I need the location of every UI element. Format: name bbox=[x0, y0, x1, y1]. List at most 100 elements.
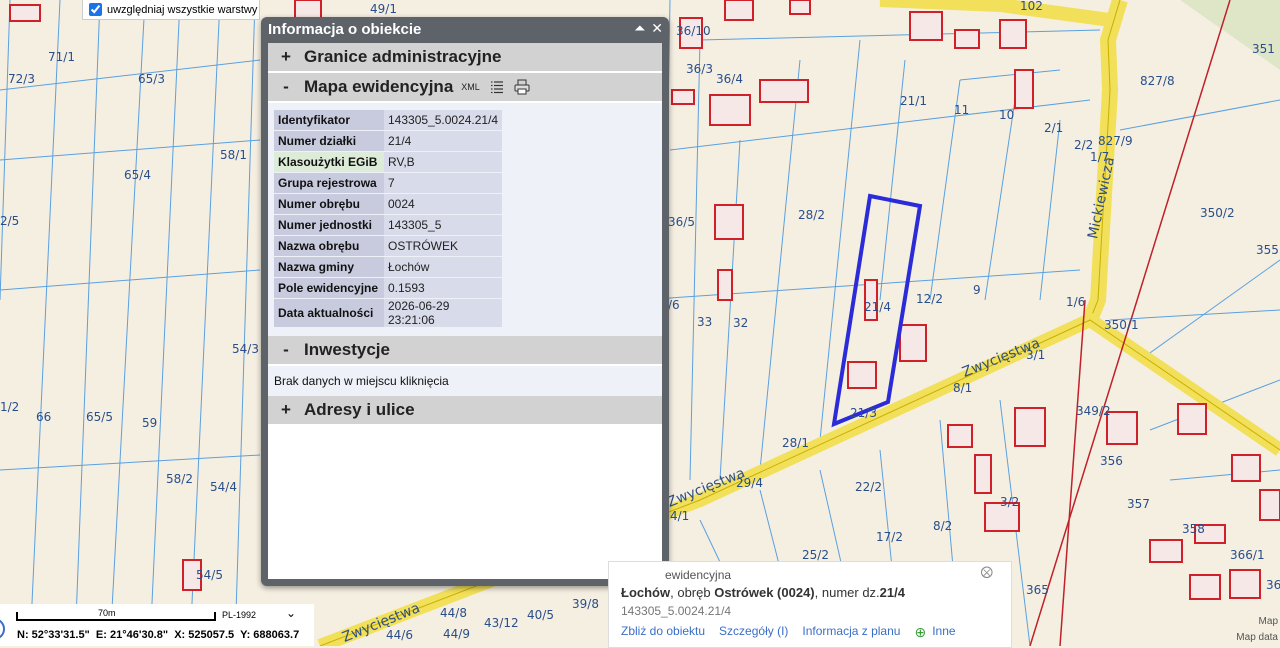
section-toggle[interactable]: - bbox=[268, 77, 304, 97]
parcel-number-label: 1/6 bbox=[1066, 295, 1086, 309]
parcel-number-label: 350/2 bbox=[1200, 206, 1235, 220]
layers-checkbox[interactable] bbox=[89, 3, 102, 16]
parcel-number-label: 33 bbox=[697, 315, 713, 329]
popup-description: Łochów, obręb Ostrówek (0024), numer dz.… bbox=[621, 585, 905, 600]
building bbox=[1231, 454, 1261, 482]
parcel-number-label: 827/8 bbox=[1140, 74, 1175, 88]
section-inwestycje[interactable]: - Inwestycje bbox=[268, 336, 662, 366]
details-link[interactable]: Szczegóły (I) bbox=[719, 624, 788, 641]
parcel-number-label: 2/5 bbox=[0, 214, 20, 228]
parcel-number-label: 54/4 bbox=[210, 480, 237, 494]
print-icon[interactable] bbox=[514, 79, 530, 95]
parcel-number-label: 65/3 bbox=[138, 72, 165, 86]
attribute-value: 0024 bbox=[384, 194, 503, 214]
parcel-number-label: 2/1 bbox=[1044, 121, 1064, 135]
building bbox=[1229, 569, 1261, 599]
other-link[interactable]: Inne bbox=[932, 624, 955, 641]
attribute-table: Identyfikator 143305_5.0024.21/4 Numer dzi… bbox=[274, 109, 503, 328]
panel-title: Informacja o obiekcie bbox=[268, 21, 422, 38]
zoom-to-object-link[interactable]: Zbliż do obiektu bbox=[621, 624, 705, 641]
parcel-number-label: 17/2 bbox=[876, 530, 903, 544]
section-label: Mapa ewidencyjna bbox=[304, 77, 454, 96]
section-label: Adresy i ulice bbox=[304, 400, 415, 419]
parcel-number-label: 12/2 bbox=[916, 292, 943, 306]
section-toggle[interactable]: - bbox=[268, 340, 304, 360]
parcel-number-label: 10 bbox=[999, 108, 1015, 122]
parcel-number-label: 39/8 bbox=[572, 597, 599, 611]
parcel-number-label: 66 bbox=[36, 410, 52, 424]
attribute-key: Identyfikator bbox=[274, 110, 384, 130]
close-icon[interactable]: ✕ bbox=[651, 20, 663, 37]
parcel-number-label: 40/5 bbox=[527, 608, 554, 622]
parcel-number-label: 28/1 bbox=[782, 436, 809, 450]
popup-title: ewidencyjna bbox=[665, 568, 732, 582]
parcel-number-label: 357 bbox=[1127, 497, 1150, 511]
parcel-number-label: 59 bbox=[142, 416, 158, 430]
parcel-number-label: 358 bbox=[1182, 522, 1205, 536]
parcel-number-label: 44/6 bbox=[386, 628, 413, 642]
building bbox=[909, 11, 943, 41]
parcel-number-label: 71/1 bbox=[48, 50, 75, 64]
section-toggle[interactable]: + bbox=[268, 400, 304, 420]
parcel-popup: ewidencyjna ⮾ Łochów, obręb Ostrówek (00… bbox=[608, 561, 1012, 648]
building bbox=[9, 4, 41, 22]
attribute-row: Numer działki 21/4 bbox=[274, 131, 503, 151]
attribute-value: RV,B bbox=[384, 152, 503, 172]
building bbox=[947, 424, 973, 448]
building bbox=[1189, 574, 1221, 600]
parcel-number-label: 11 bbox=[954, 103, 970, 117]
coord-x: X: 525057.5 bbox=[174, 629, 235, 641]
collapse-icon[interactable]: ⏶ bbox=[634, 20, 645, 37]
parcel-number-label: 356 bbox=[1100, 454, 1123, 468]
scale-coordinates-bar: 70m PL-1992 ⌄ N: 52°33'31.5" E: 21°46'30… bbox=[0, 604, 314, 646]
section-mapa-ewidencyjna[interactable]: - Mapa ewidencyjna XML bbox=[268, 73, 662, 103]
road-number-label: 102 bbox=[1020, 0, 1043, 13]
attribute-row: Identyfikator 143305_5.0024.21/4 bbox=[274, 110, 503, 130]
attribute-row: Data aktualności 2026-06-29 23:21:06 bbox=[274, 299, 503, 327]
attribute-key: Klasoużytki EGiB bbox=[274, 152, 384, 172]
section-toggle[interactable]: + bbox=[268, 47, 304, 67]
parcel-number-label: 3/2 bbox=[1000, 495, 1020, 509]
section-label: Granice administracyjne bbox=[304, 47, 502, 66]
attribution-map: Map bbox=[1258, 616, 1278, 627]
xml-icon[interactable]: XML bbox=[461, 82, 480, 92]
popup-links: Zbliż do obiektu Szczegóły (I) Informacj… bbox=[621, 624, 956, 641]
plan-info-link[interactable]: Informacja z planu bbox=[802, 624, 900, 641]
attribute-value: 143305_5 bbox=[384, 215, 503, 235]
parcel-number-label: 58/2 bbox=[166, 472, 193, 486]
attribute-row: Nazwa gminy Łochów bbox=[274, 257, 503, 277]
close-popup-icon[interactable]: ⮾ bbox=[980, 565, 993, 583]
scale-distance: 70m bbox=[98, 608, 116, 618]
panel-body: + Granice administracyjne - Mapa ewidenc… bbox=[268, 43, 662, 579]
parcel-number-label: 355 bbox=[1256, 243, 1279, 257]
crs-select[interactable]: PL-1992 bbox=[222, 610, 256, 620]
parcel-number-label: 21/4 bbox=[864, 300, 891, 314]
coord-e: E: 21°46'30.8" bbox=[95, 629, 169, 641]
parcel-number-label: 36/3 bbox=[686, 62, 713, 76]
building bbox=[847, 361, 877, 389]
plus-circle-icon[interactable]: ⊕ bbox=[914, 624, 926, 641]
circle-icon[interactable] bbox=[0, 614, 6, 644]
attribute-value: 2026-06-29 23:21:06 bbox=[384, 299, 503, 327]
attribute-key: Numer działki bbox=[274, 131, 384, 151]
list-icon[interactable] bbox=[490, 80, 504, 94]
attribute-value: 0.1593 bbox=[384, 278, 503, 298]
section-adresy[interactable]: + Adresy i ulice bbox=[268, 396, 662, 426]
building bbox=[724, 0, 754, 21]
parcel-number-label: 65/5 bbox=[86, 410, 113, 424]
parcel-number-label: 1/2 bbox=[0, 400, 20, 414]
attribute-value: 7 bbox=[384, 173, 503, 193]
building bbox=[714, 204, 744, 240]
attribute-row: Numer obrębu 0024 bbox=[274, 194, 503, 214]
chevron-down-icon[interactable]: ⌄ bbox=[286, 606, 296, 620]
parcel-number-label: 350/1 bbox=[1104, 318, 1139, 332]
parcel-number-label: 21/3 bbox=[850, 406, 877, 420]
parcel-number-label: 8/1 bbox=[953, 381, 973, 395]
parcel-number-label: 44/8 bbox=[440, 606, 467, 620]
layer-toggle[interactable]: uwzględniaj wszystkie warstwy bbox=[82, 0, 260, 20]
parcel-number-label: 25/2 bbox=[802, 548, 829, 562]
scale-line bbox=[16, 612, 216, 621]
layers-label: uwzględniaj wszystkie warstwy bbox=[107, 3, 258, 16]
section-granice[interactable]: + Granice administracyjne bbox=[268, 43, 662, 73]
building bbox=[1014, 69, 1034, 109]
